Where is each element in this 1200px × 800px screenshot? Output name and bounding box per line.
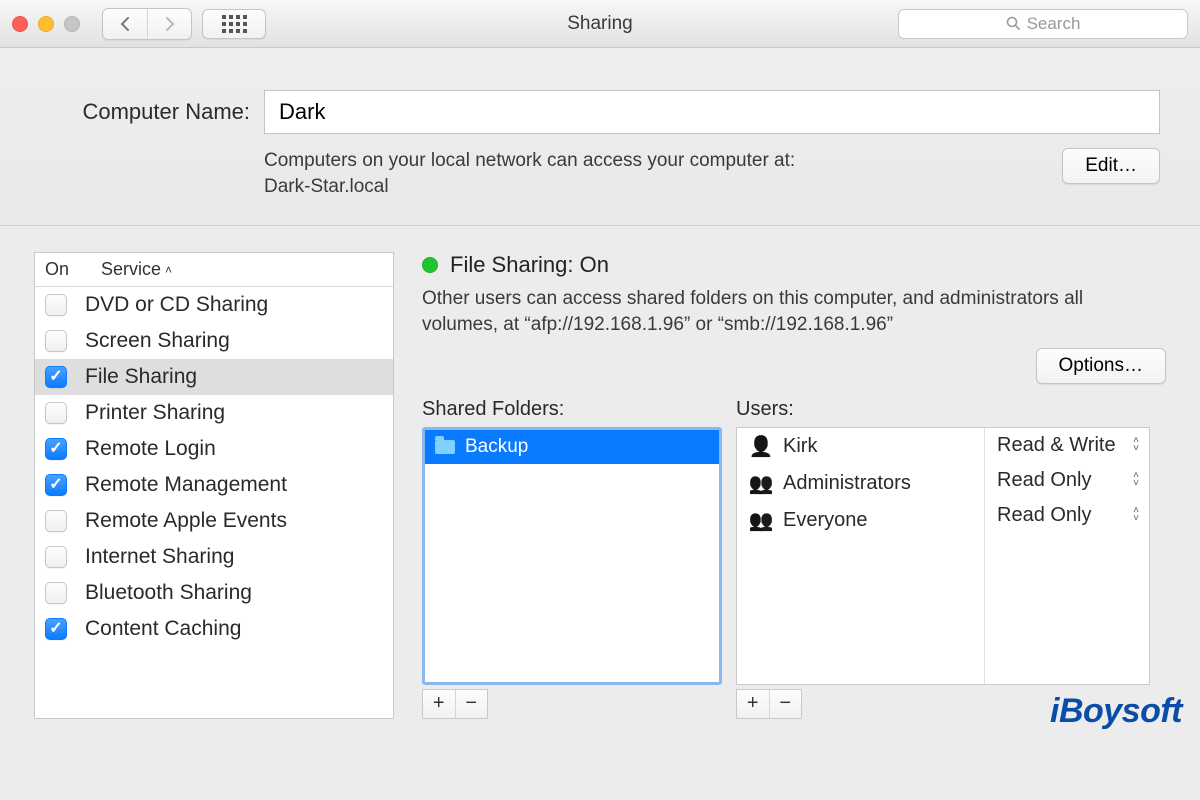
service-checkbox[interactable] bbox=[45, 582, 67, 604]
service-detail-pane: File Sharing: On Other users can access … bbox=[422, 252, 1166, 718]
permission-value: Read Only bbox=[997, 469, 1092, 492]
service-checkbox[interactable] bbox=[45, 294, 67, 316]
user-row[interactable]: 👥 Everyone bbox=[737, 502, 984, 539]
service-checkbox[interactable] bbox=[45, 438, 67, 460]
service-checkbox[interactable] bbox=[45, 546, 67, 568]
window-title: Sharing bbox=[567, 13, 633, 35]
service-row[interactable]: Remote Apple Events bbox=[35, 503, 393, 539]
service-checkbox[interactable] bbox=[45, 366, 67, 388]
shared-folder-item[interactable]: Backup bbox=[425, 430, 719, 464]
person-icon: 👤 bbox=[749, 434, 773, 459]
user-row[interactable]: 👥 Administrators bbox=[737, 465, 984, 502]
options-button[interactable]: Options… bbox=[1036, 348, 1166, 384]
grid-icon bbox=[222, 15, 247, 33]
show-all-button[interactable] bbox=[202, 9, 266, 39]
permission-value: Read & Write bbox=[997, 434, 1116, 457]
titlebar: Sharing Search bbox=[0, 0, 1200, 48]
stepper-icon: ˄˅ bbox=[1133, 472, 1139, 488]
service-checkbox[interactable] bbox=[45, 618, 67, 640]
people-many-icon: 👥 bbox=[749, 508, 773, 533]
services-list: On Service ˄ DVD or CD Sharing Screen Sha… bbox=[34, 252, 394, 718]
users-add-remove: + − bbox=[736, 689, 802, 719]
service-checkbox[interactable] bbox=[45, 510, 67, 532]
service-label: Internet Sharing bbox=[85, 545, 234, 569]
stepper-icon: ˄˅ bbox=[1133, 437, 1139, 453]
services-col-on: On bbox=[45, 259, 101, 280]
search-placeholder: Search bbox=[1027, 14, 1081, 34]
remove-folder-button[interactable]: − bbox=[455, 690, 488, 718]
services-col-service: Service ˄ bbox=[101, 259, 172, 280]
service-label: File Sharing bbox=[85, 365, 197, 389]
service-row[interactable]: File Sharing bbox=[35, 359, 393, 395]
status-indicator-icon bbox=[422, 257, 438, 273]
service-label: Remote Login bbox=[85, 437, 216, 461]
close-window-button[interactable] bbox=[12, 16, 28, 32]
service-checkbox[interactable] bbox=[45, 402, 67, 424]
user-name: Kirk bbox=[783, 435, 817, 458]
sharing-content: On Service ˄ DVD or CD Sharing Screen Sha… bbox=[0, 226, 1200, 738]
permission-select[interactable]: Read & Write ˄˅ bbox=[985, 428, 1149, 463]
services-header: On Service ˄ bbox=[35, 253, 393, 287]
service-label: Printer Sharing bbox=[85, 401, 225, 425]
search-icon bbox=[1006, 16, 1021, 31]
service-checkbox[interactable] bbox=[45, 474, 67, 496]
users-title: Users: bbox=[736, 398, 1150, 421]
computer-name-label: Computer Name: bbox=[40, 99, 250, 125]
add-folder-button[interactable]: + bbox=[423, 690, 455, 718]
service-row[interactable]: Remote Management bbox=[35, 467, 393, 503]
people-pair-icon: 👥 bbox=[749, 471, 773, 496]
nav-back-forward bbox=[102, 8, 192, 40]
status-title: File Sharing: On bbox=[450, 252, 609, 278]
service-label: Bluetooth Sharing bbox=[85, 581, 252, 605]
user-row[interactable]: 👤 Kirk bbox=[737, 428, 984, 465]
forward-button[interactable] bbox=[147, 9, 191, 39]
edit-hostname-button[interactable]: Edit… bbox=[1062, 148, 1160, 184]
back-button[interactable] bbox=[103, 9, 147, 39]
local-hostname-description: Computers on your local network can acce… bbox=[264, 148, 1048, 199]
shared-folders-list[interactable]: Backup bbox=[422, 427, 722, 685]
service-label: Remote Management bbox=[85, 473, 287, 497]
service-row[interactable]: Bluetooth Sharing bbox=[35, 575, 393, 611]
shared-folder-name: Backup bbox=[465, 436, 528, 458]
service-label: Content Caching bbox=[85, 617, 241, 641]
service-row[interactable]: Printer Sharing bbox=[35, 395, 393, 431]
watermark: iBoysoft bbox=[1050, 692, 1182, 731]
permission-value: Read Only bbox=[997, 504, 1092, 527]
service-row[interactable]: DVD or CD Sharing bbox=[35, 287, 393, 323]
zoom-window-button[interactable] bbox=[64, 16, 80, 32]
service-row[interactable]: Remote Login bbox=[35, 431, 393, 467]
chevron-right-icon bbox=[164, 17, 176, 31]
computer-name-input[interactable] bbox=[264, 90, 1160, 134]
service-row[interactable]: Screen Sharing bbox=[35, 323, 393, 359]
service-label: DVD or CD Sharing bbox=[85, 293, 268, 317]
service-label: Screen Sharing bbox=[85, 329, 230, 353]
permission-select[interactable]: Read Only ˄˅ bbox=[985, 498, 1149, 533]
minimize-window-button[interactable] bbox=[38, 16, 54, 32]
users-list: 👤 Kirk 👥 Administrators 👥 Everyone Read & Wri… bbox=[736, 427, 1150, 685]
stepper-icon: ˄˅ bbox=[1133, 507, 1139, 523]
search-input[interactable]: Search bbox=[898, 9, 1188, 39]
folder-icon bbox=[435, 440, 455, 454]
service-checkbox[interactable] bbox=[45, 330, 67, 352]
users-column: Users: 👤 Kirk 👥 Administrators 👥 Everyone Rea… bbox=[736, 398, 1150, 719]
folders-add-remove: + − bbox=[422, 689, 488, 719]
service-row[interactable]: Content Caching bbox=[35, 611, 393, 647]
computer-name-section: Computer Name: Computers on your local n… bbox=[0, 48, 1200, 226]
remove-user-button[interactable]: − bbox=[769, 690, 802, 718]
shared-folders-column: Shared Folders: Backup + − bbox=[422, 398, 722, 719]
service-row[interactable]: Internet Sharing bbox=[35, 539, 393, 575]
chevron-left-icon bbox=[119, 17, 131, 31]
user-name: Everyone bbox=[783, 509, 868, 532]
add-user-button[interactable]: + bbox=[737, 690, 769, 718]
service-label: Remote Apple Events bbox=[85, 509, 287, 533]
status-description: Other users can access shared folders on… bbox=[422, 286, 1166, 337]
permission-select[interactable]: Read Only ˄˅ bbox=[985, 463, 1149, 498]
user-name: Administrators bbox=[783, 472, 911, 495]
window-controls bbox=[12, 16, 80, 32]
shared-folders-title: Shared Folders: bbox=[422, 398, 722, 421]
